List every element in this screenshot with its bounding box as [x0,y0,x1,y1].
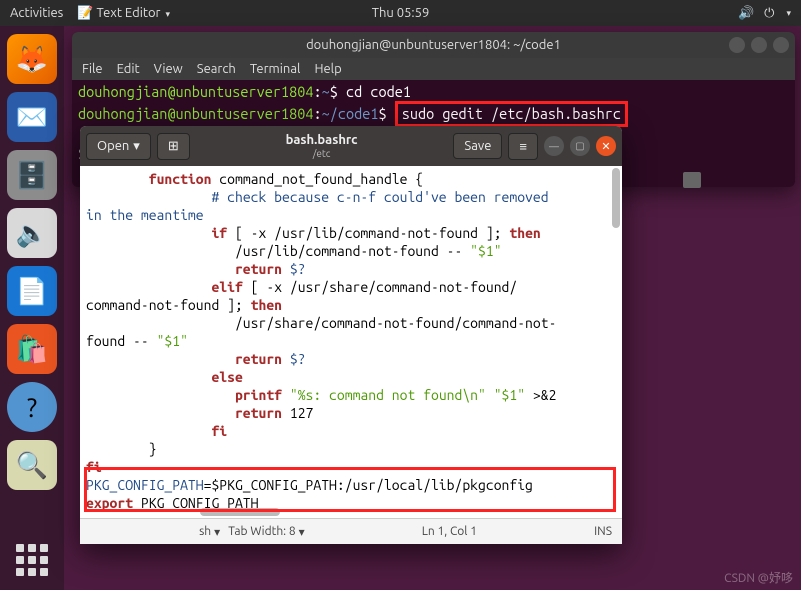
dock-writer[interactable]: 📄 [7,266,57,316]
close-button[interactable]: ✕ [596,136,616,156]
terminal-titlebar[interactable]: douhongjian@unbuntuserver1804: ~/code1 [72,32,795,58]
dock: 🦊 ✉️ 🗄️ 🔈 📄 🛍️ ? 🔍 [0,26,64,590]
cursor-position: Ln 1, Col 1 [422,525,477,538]
top-panel: Activities 📝 Text Editor ▾ Thu 05:59 🔊 ⏻… [0,0,801,26]
text-editor-icon: 📝 [77,6,93,20]
scrollbar-vertical[interactable] [612,168,620,228]
gedit-window: Open▾ ⊞ bash.bashrc /etc Save ≡ — ▢ ✕ fu… [80,126,622,544]
scrollbar-horizontal[interactable] [200,508,280,516]
menu-help[interactable]: Help [314,62,341,76]
terminal-title: douhongjian@unbuntuserver1804: ~/code1 [306,38,561,52]
gedit-title: bash.bashrc /etc [196,133,448,158]
dock-magnifier[interactable]: 🔍 [7,440,57,490]
chevron-down-icon: ▾ [165,9,170,19]
app-menu[interactable]: 📝 Text Editor ▾ [77,6,170,21]
highlighted-command: sudo gedit /etc/bash.bashrc [395,101,628,127]
terminal-line: douhongjian@unbuntuserver1804:~$ cd code… [78,83,789,101]
dock-thunderbird[interactable]: ✉️ [7,92,57,142]
dock-firefox[interactable]: 🦊 [7,34,57,84]
dock-help[interactable]: ? [7,382,57,432]
menu-edit[interactable]: Edit [117,62,140,76]
chevron-down-icon: ▾ [786,8,791,19]
insert-mode[interactable]: INS [594,525,612,538]
dock-software[interactable]: 🛍️ [7,324,57,374]
volume-icon[interactable]: 🔊 [738,6,754,21]
gedit-textview[interactable]: function command_not_found_handle { # ch… [80,166,622,518]
gedit-headerbar[interactable]: Open▾ ⊞ bash.bashrc /etc Save ≡ — ▢ ✕ [80,126,622,166]
printer-icon [683,172,701,188]
power-icon[interactable]: ⏻ [764,6,774,21]
gedit-statusbar: sh ▾ Tab Width: 8 ▾ Ln 1, Col 1 INS [80,518,622,544]
menu-terminal[interactable]: Terminal [250,62,301,76]
dock-show-apps[interactable] [12,540,52,580]
maximize-button[interactable] [751,37,767,53]
watermark: CSDN @妤哆 [724,569,793,586]
lang-selector[interactable]: sh ▾ [199,525,220,539]
clock[interactable]: Thu 05:59 [372,6,430,20]
menu-view[interactable]: View [154,62,183,76]
save-button[interactable]: Save [453,133,502,159]
terminal-menubar: File Edit View Search Terminal Help [72,58,795,80]
close-button[interactable] [773,37,789,53]
open-button[interactable]: Open▾ [86,133,151,160]
dock-rhythmbox[interactable]: 🔈 [7,208,57,258]
dock-files[interactable]: 🗄️ [7,150,57,200]
new-tab-button[interactable]: ⊞ [157,133,190,160]
terminal-line: douhongjian@unbuntuserver1804:~/code1$ s… [78,101,789,127]
menu-file[interactable]: File [82,62,103,76]
menu-search[interactable]: Search [197,62,236,76]
hamburger-menu[interactable]: ≡ [508,133,538,160]
minimize-button[interactable]: — [544,136,564,156]
chevron-down-icon: ▾ [133,139,140,154]
maximize-button[interactable]: ▢ [570,136,590,156]
minimize-button[interactable] [729,37,745,53]
tabwidth-selector[interactable]: Tab Width: 8 ▾ [228,525,304,539]
activities-button[interactable]: Activities [10,6,63,20]
